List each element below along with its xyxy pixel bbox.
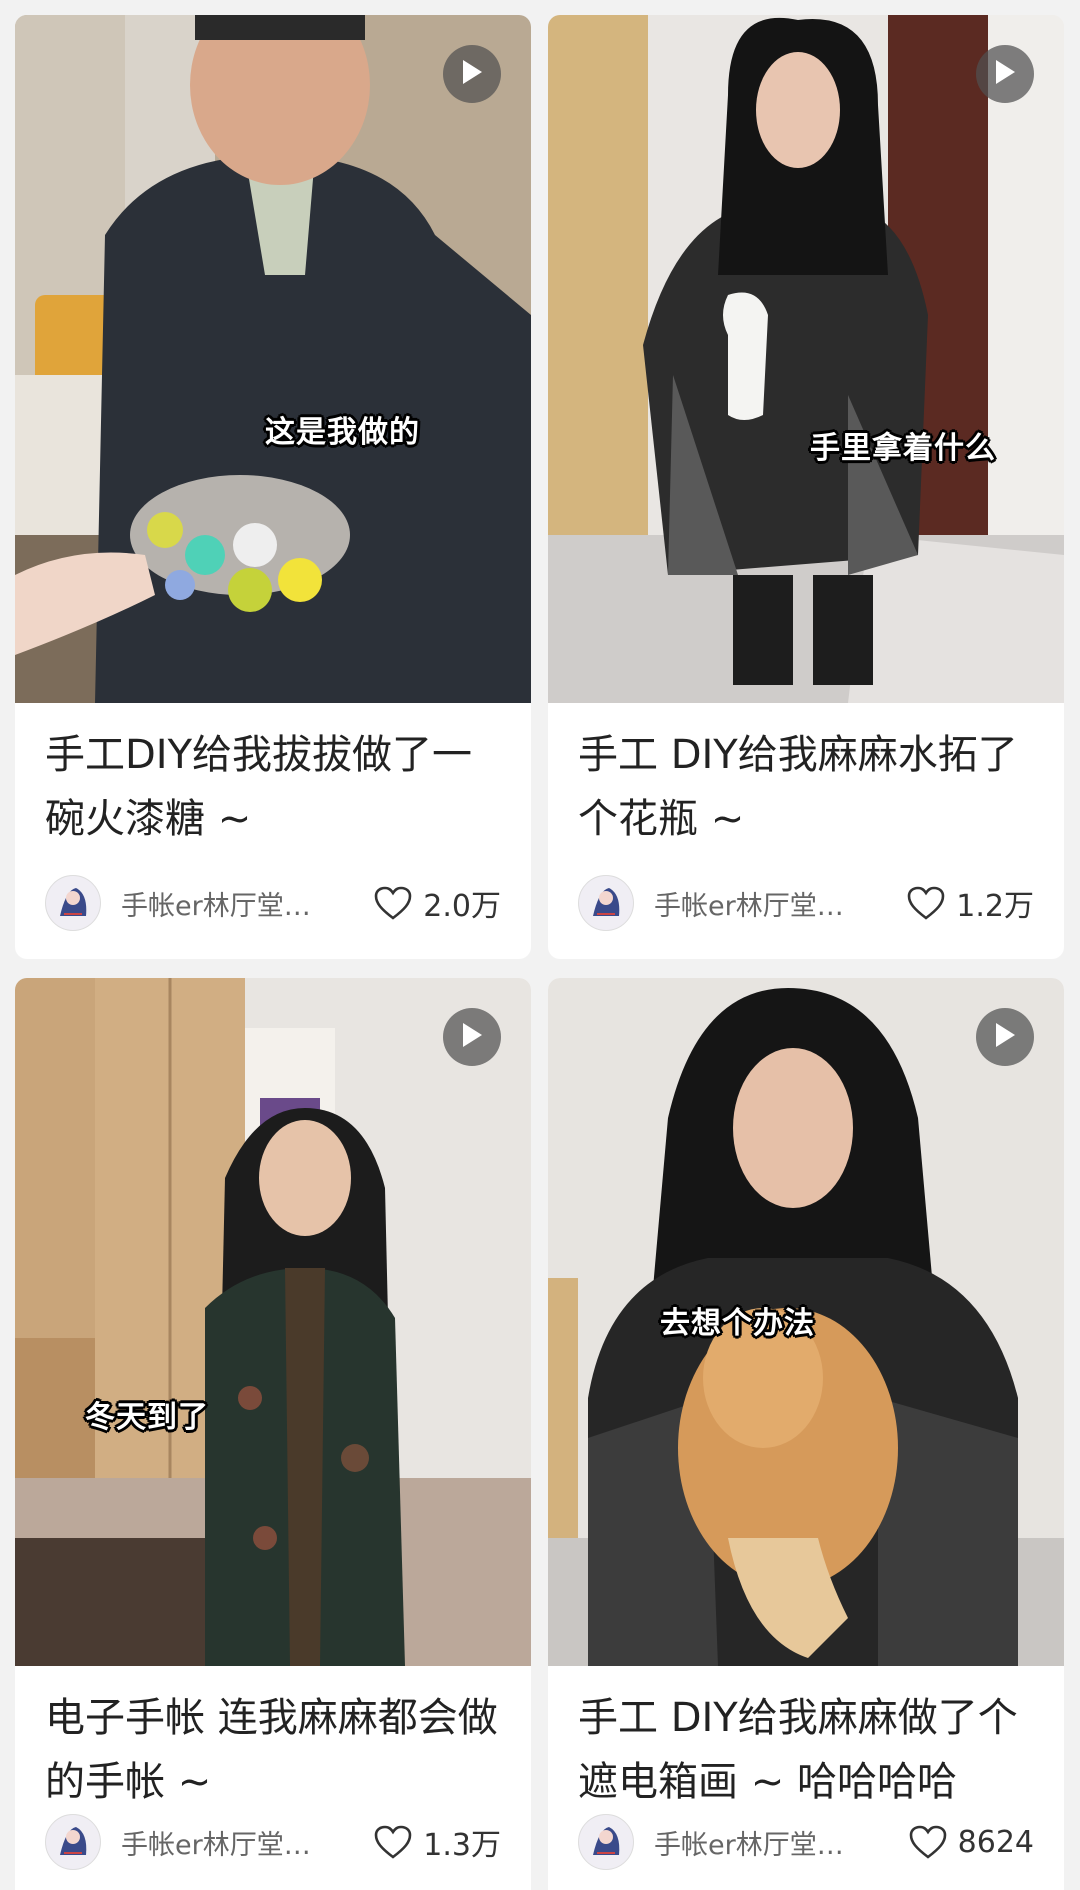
video-card[interactable]: 冬天到了 电子手帐 连我麻麻都会做的手帐 ~ 手帐er林厅堂… 1.3万 bbox=[15, 978, 531, 1890]
like-count-value: 1.2万 bbox=[956, 889, 1034, 924]
author-name[interactable]: 手帐er林厅堂… bbox=[121, 1823, 346, 1862]
heart-outline-icon bbox=[374, 1825, 412, 1859]
heart-outline-icon bbox=[374, 886, 412, 920]
video-thumbnail[interactable]: 手里拿着什么 bbox=[548, 15, 1064, 703]
video-title[interactable]: 手工 DIY给我麻麻做了个遮电箱画 ~ 哈哈哈哈 bbox=[548, 1666, 1064, 1814]
thumbnail-image bbox=[15, 978, 531, 1666]
like-count-value: 2.0万 bbox=[423, 889, 501, 924]
like-count[interactable]: 1.3万 bbox=[373, 1820, 501, 1864]
video-thumbnail[interactable]: 这是我做的 bbox=[15, 15, 531, 703]
play-button[interactable] bbox=[976, 1008, 1034, 1066]
card-meta: 手帐er林厅堂… 1.3万 bbox=[45, 1812, 501, 1872]
video-title[interactable]: 手工 DIY给我麻麻水拓了个花瓶 ~ bbox=[548, 703, 1064, 851]
author-avatar[interactable] bbox=[578, 1814, 634, 1870]
author-name[interactable]: 手帐er林厅堂… bbox=[654, 1823, 879, 1862]
video-thumbnail[interactable]: 冬天到了 bbox=[15, 978, 531, 1666]
author-avatar[interactable] bbox=[45, 1814, 101, 1870]
heart-outline-icon bbox=[907, 886, 945, 920]
like-count-value: 8624 bbox=[957, 1824, 1034, 1860]
author-avatar[interactable] bbox=[45, 875, 101, 931]
card-meta: 手帐er林厅堂… 2.0万 bbox=[45, 873, 501, 933]
video-caption: 冬天到了 bbox=[85, 1400, 209, 1435]
play-icon bbox=[994, 59, 1016, 89]
video-card[interactable]: 去想个办法 手工 DIY给我麻麻做了个遮电箱画 ~ 哈哈哈哈 手帐er林厅堂… … bbox=[548, 978, 1064, 1890]
author-name[interactable]: 手帐er林厅堂… bbox=[121, 884, 346, 923]
video-feed-grid: 这是我做的 手工DIY给我拔拔做了一碗火漆糖 ~ 手帐er林厅堂… 2.0万 手… bbox=[0, 0, 1080, 1890]
thumbnail-image bbox=[548, 15, 1064, 703]
video-title[interactable]: 手工DIY给我拔拔做了一碗火漆糖 ~ bbox=[15, 703, 531, 851]
play-button[interactable] bbox=[443, 45, 501, 103]
video-card[interactable]: 这是我做的 手工DIY给我拔拔做了一碗火漆糖 ~ 手帐er林厅堂… 2.0万 bbox=[15, 15, 531, 959]
video-thumbnail[interactable]: 去想个办法 bbox=[548, 978, 1064, 1666]
like-count-value: 1.3万 bbox=[423, 1828, 501, 1863]
play-icon bbox=[461, 59, 483, 89]
play-button[interactable] bbox=[443, 1008, 501, 1066]
video-caption: 这是我做的 bbox=[265, 415, 420, 450]
play-icon bbox=[461, 1022, 483, 1052]
video-caption: 手里拿着什么 bbox=[810, 431, 996, 466]
video-title[interactable]: 电子手帐 连我麻麻都会做的手帐 ~ bbox=[15, 1666, 531, 1814]
like-count[interactable]: 1.2万 bbox=[906, 881, 1034, 925]
thumbnail-image bbox=[15, 15, 531, 703]
card-meta: 手帐er林厅堂… 1.2万 bbox=[578, 873, 1034, 933]
author-name[interactable]: 手帐er林厅堂… bbox=[654, 884, 879, 923]
video-caption: 去想个办法 bbox=[660, 1306, 815, 1341]
like-count[interactable]: 2.0万 bbox=[373, 881, 501, 925]
play-button[interactable] bbox=[976, 45, 1034, 103]
author-avatar[interactable] bbox=[578, 875, 634, 931]
heart-outline-icon bbox=[909, 1825, 946, 1859]
like-count[interactable]: 8624 bbox=[908, 1824, 1034, 1860]
video-card[interactable]: 手里拿着什么 手工 DIY给我麻麻水拓了个花瓶 ~ 手帐er林厅堂… 1.2万 bbox=[548, 15, 1064, 959]
card-meta: 手帐er林厅堂… 8624 bbox=[578, 1812, 1034, 1872]
play-icon bbox=[994, 1022, 1016, 1052]
